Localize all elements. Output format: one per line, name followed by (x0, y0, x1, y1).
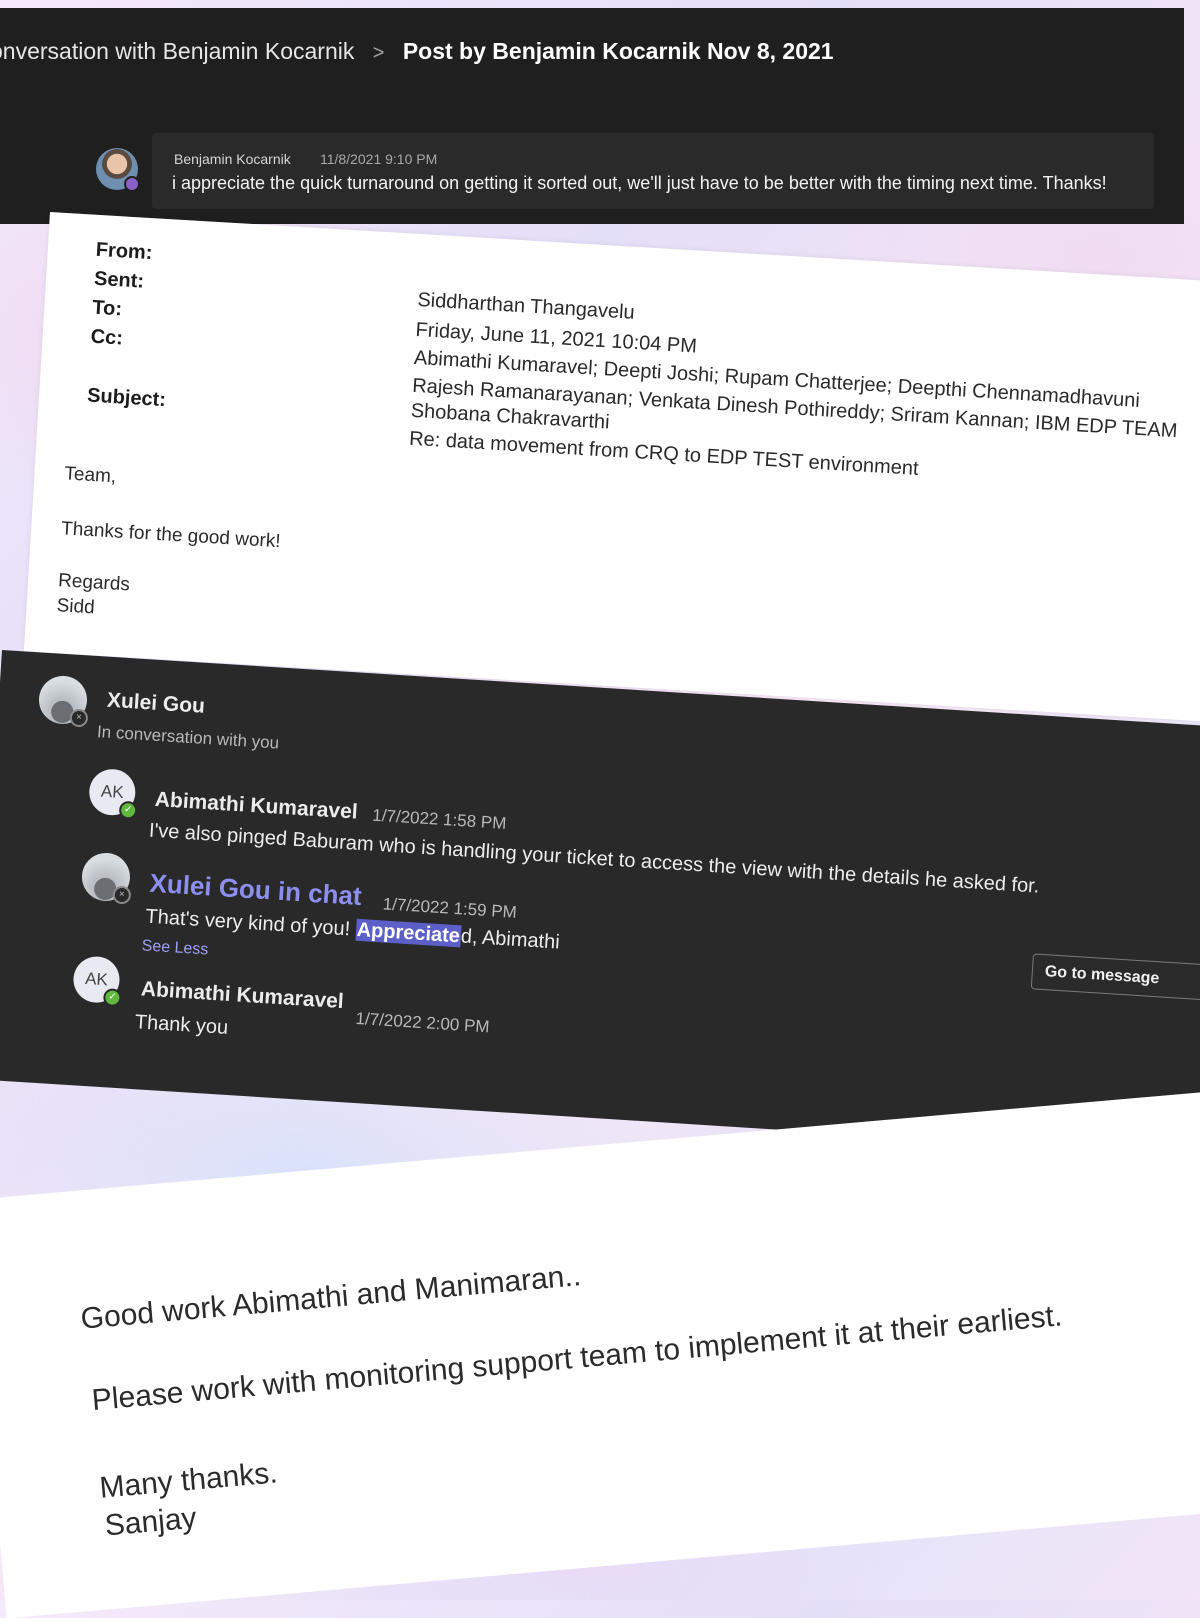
go-to-message-button[interactable]: Go to message (1030, 953, 1200, 1001)
status-offline-icon: × (112, 885, 132, 905)
message-text-end: d, Abimathi (460, 925, 561, 954)
teams-post-panel: onversation with Benjamin Kocarnik > Pos… (0, 8, 1184, 224)
note-signature: Sanjay (103, 1501, 198, 1543)
message-text: i appreciate the quick turnaround on get… (172, 173, 1107, 193)
presence-status-icon (124, 176, 140, 192)
note-line: Good work Abimathi and Manimaran.. (79, 1259, 583, 1336)
avatar[interactable]: × (80, 851, 132, 905)
email-from-value: Siddharthan Thangavelu (416, 288, 636, 324)
presence-available-icon: ✓ (102, 988, 122, 1008)
message-timestamp: 1/7/2022 1:58 PM (371, 805, 507, 833)
message-text: Thank you (134, 1011, 229, 1039)
email-subject-label: Subject: (86, 384, 167, 412)
avatar[interactable]: AK ✓ (72, 955, 122, 1008)
message-timestamp: 1/7/2022 1:59 PM (382, 894, 518, 922)
email-signature: Sidd (56, 595, 96, 619)
avatar[interactable]: × (37, 674, 89, 728)
breadcrumb-current: Post by Benjamin Kocarnik Nov 8, 2021 (402, 38, 834, 64)
email-from-label: From: (95, 238, 154, 265)
message-card[interactable]: Benjamin Kocarnik 11/8/2021 9:10 PM i ap… (152, 133, 1154, 209)
chat-subtitle: In conversation with you (96, 722, 280, 753)
chat-title[interactable]: Xulei Gou (106, 689, 205, 719)
message-author: Abimathi Kumaravel (140, 977, 345, 1014)
email-closing: Regards (57, 570, 131, 596)
chevron-right-icon: > (372, 42, 385, 64)
avatar-initials: AK (84, 968, 109, 990)
avatar[interactable]: AK ✓ (87, 767, 138, 820)
message-text-start: That's very kind of you! (144, 905, 351, 941)
avatar-initials: AK (100, 781, 125, 802)
email-cc-label: Cc: (90, 325, 124, 350)
email-greeting: Team, (63, 463, 117, 488)
message-author: Abimathi Kumaravel (154, 787, 359, 824)
email-panel: From: Sent: To: Cc: Subject: Siddharthan… (23, 212, 1200, 724)
message-timestamp: 11/8/2021 9:10 PM (320, 151, 438, 167)
search-highlight: Appreciate (355, 918, 462, 948)
email-body-text: Thanks for the good work! (60, 518, 282, 553)
email-subject-value: Re: data movement from CRQ to EDP TEST e… (408, 427, 920, 480)
email-note-panel: Good work Abimathi and Manimaran.. Pleas… (0, 1088, 1200, 1618)
breadcrumb: onversation with Benjamin Kocarnik > Pos… (0, 38, 834, 65)
avatar[interactable] (96, 148, 140, 192)
teams-chat-panel: × Xulei Gou In conversation with you AK … (0, 650, 1200, 1157)
email-sent-label: Sent: (93, 267, 145, 293)
breadcrumb-conversation-link[interactable]: onversation with Benjamin Kocarnik (0, 38, 354, 64)
status-offline-icon: × (69, 708, 89, 728)
note-closing: Many thanks. (98, 1456, 279, 1505)
email-to-label: To: (91, 296, 123, 321)
presence-available-icon: ✓ (118, 800, 138, 820)
author-chat-link[interactable]: Xulei Gou in chat (149, 868, 363, 912)
message-author: Benjamin Kocarnik (174, 151, 291, 167)
see-less-link[interactable]: See Less (141, 937, 209, 959)
message-timestamp: 1/7/2022 2:00 PM (354, 1008, 491, 1037)
